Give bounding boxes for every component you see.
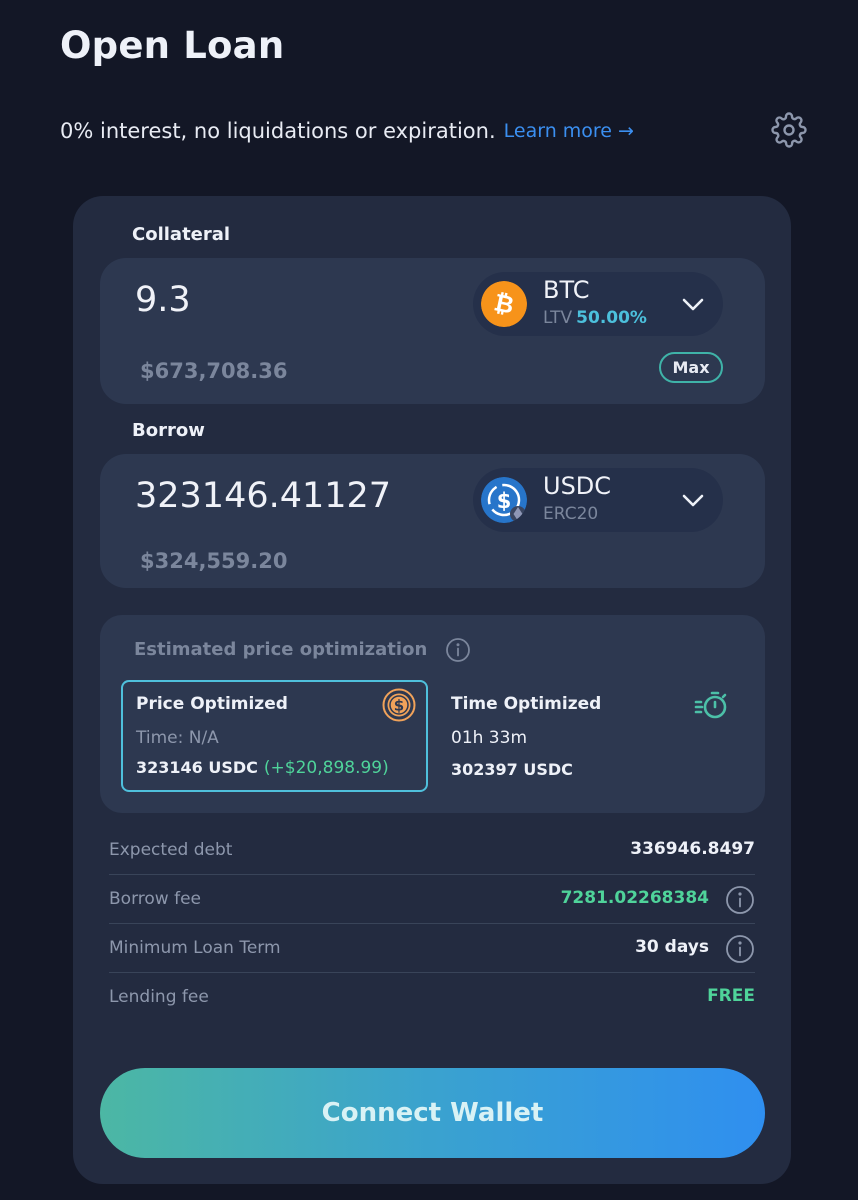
subtitle-row: 0% interest, no liquidations or expirati… [60,114,810,148]
bitcoin-icon: ₿ [481,281,527,327]
info-icon[interactable] [445,637,471,663]
usdc-icon: $ [481,477,527,523]
borrow-panel: 323146.41127 $324,559.20 $ USDC ERC20 [100,454,765,588]
collateral-amount-input[interactable]: 9.3 [135,280,191,320]
borrow-label: Borrow [132,420,205,441]
loan-card: Collateral 9.3 $673,708.36 ₿ BTC LTV 50.0… [73,196,791,1184]
gear-icon[interactable] [771,112,807,148]
borrow-token-select[interactable]: $ USDC ERC20 [473,468,723,532]
svg-text:$: $ [497,489,512,513]
detail-value: 7281.02268384 [560,888,709,908]
option-name: Price Optimized [136,694,288,714]
detail-label: Minimum Loan Term [109,938,281,958]
detail-label: Expected debt [109,840,233,860]
ltv-value: 50.00% [576,308,647,328]
borrow-fee-row: Borrow fee 7281.02268384 [109,875,755,924]
expected-debt-row: Expected debt 336946.8497 [109,826,755,875]
optimization-title: Estimated price optimization [134,639,428,660]
chevron-down-icon [682,298,704,311]
minimum-loan-term-row: Minimum Loan Term 30 days [109,924,755,973]
stopwatch-icon [694,691,727,719]
detail-value: FREE [707,986,755,1006]
option-amount-value: 302397 USDC [451,760,573,779]
option-time: Time: N/A [136,728,219,748]
borrow-usd-value: $324,559.20 [140,549,288,573]
dollar-coin-icon: $ [382,688,416,722]
collateral-token-symbol: BTC [543,276,590,304]
price-optimized-option[interactable]: Price Optimized $ Time: N/A 323146 USDC (… [121,680,428,792]
ltv-label: LTV [543,308,573,328]
price-optimization-panel: Estimated price optimization Price Optim… [100,615,765,813]
info-icon[interactable] [725,934,755,964]
connect-wallet-button[interactable]: Connect Wallet [100,1068,765,1158]
detail-label: Borrow fee [109,889,201,909]
option-gain: (+$20,898.99) [263,758,389,778]
info-icon[interactable] [725,885,755,915]
detail-value: 30 days [635,937,709,957]
time-optimized-option[interactable]: Time Optimized 01h 33m 302397 USDC [438,680,745,792]
option-amount: 323146 USDC (+$20,898.99) [136,758,389,778]
collateral-label: Collateral [132,224,231,245]
collateral-usd-value: $673,708.36 [140,359,288,383]
svg-text:$: $ [394,697,404,715]
borrow-token-symbol: USDC [543,472,612,500]
option-time: 01h 33m [451,728,528,748]
lending-fee-row: Lending fee FREE [109,973,755,1022]
collateral-token-select[interactable]: ₿ BTC LTV 50.00% [473,272,723,336]
detail-label: Lending fee [109,987,209,1007]
option-amount-value: 323146 USDC [136,758,258,777]
collateral-ltv: LTV 50.00% [543,308,647,328]
borrow-token-network: ERC20 [543,504,599,524]
chevron-down-icon [682,494,704,507]
collateral-panel: 9.3 $673,708.36 ₿ BTC LTV 50.00% Max [100,258,765,404]
learn-more-link[interactable]: Learn more → [504,120,634,142]
borrow-amount-input[interactable]: 323146.41127 [135,476,391,516]
page-title: Open Loan [60,24,285,67]
subtitle: 0% interest, no liquidations or expirati… [60,119,496,143]
max-button[interactable]: Max [659,352,723,383]
detail-value: 336946.8497 [630,839,755,859]
option-name: Time Optimized [451,694,602,714]
